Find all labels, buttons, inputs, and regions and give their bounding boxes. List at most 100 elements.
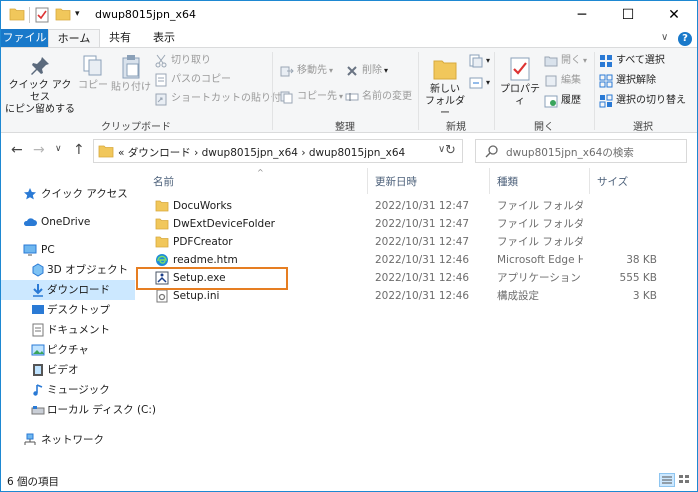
sort-ascending-icon: ^ — [257, 168, 264, 177]
refresh-button[interactable]: ↻ — [439, 139, 463, 163]
nav-item-local-disk[interactable]: ローカル ディスク (C:) — [1, 400, 156, 420]
file-type: アプリケーション — [497, 272, 581, 284]
new-group-label: 新規 — [446, 122, 466, 133]
nav-item-desktop[interactable]: デスクトップ — [1, 300, 135, 320]
status-bar: 6 個の項目 — [1, 470, 697, 491]
file-date: 2022/10/31 12:46 — [375, 272, 470, 284]
nav-label: PC — [41, 244, 55, 256]
rename-button[interactable]: 名前の変更 — [345, 90, 412, 104]
delete-button[interactable]: 削除 ▾ — [345, 64, 388, 78]
file-row[interactable]: DwExtDeviceFolder 2022/10/31 12:47 ファイル … — [141, 215, 697, 233]
customize-quick-access-icon[interactable]: ▾ — [75, 9, 80, 25]
pin-label-line2: にピン留めする — [5, 104, 75, 115]
column-header-size[interactable]: サイズ — [597, 174, 628, 189]
nav-item-network[interactable]: ネットワーク — [1, 430, 135, 450]
minimize-button[interactable]: ─ — [559, 1, 605, 29]
navigation-pane: クイック アクセス OneDrive PC 3D オブジェクト ダウンロード デ… — [1, 168, 156, 470]
maximize-button[interactable]: ☐ — [605, 1, 651, 29]
search-box[interactable]: dwup8015jpn_x64の検索 — [475, 139, 687, 163]
tab-share[interactable]: 共有 — [105, 29, 135, 47]
setup-exe-highlight-box — [136, 267, 288, 290]
nav-item-3d-objects[interactable]: 3D オブジェクト — [1, 260, 135, 280]
large-icons-view-icon[interactable] — [677, 473, 693, 487]
select-all-button[interactable]: すべて選択 — [599, 54, 665, 68]
tab-view[interactable]: 表示 — [149, 29, 179, 47]
file-name: PDFCreator — [173, 236, 233, 248]
copy-to-icon — [280, 90, 294, 104]
delete-label: 削除 — [362, 65, 382, 76]
open-label: 開く — [561, 55, 581, 66]
column-header-type[interactable]: 種類 — [497, 174, 518, 189]
copy-to-label: コピー先 — [297, 91, 337, 102]
navigation-bar: ← → ∨ ↑ « ダウンロード › dwup8015jpn_x64 › dwu… — [1, 134, 697, 168]
properties-icon — [509, 56, 531, 82]
new-folder-quick-button[interactable] — [55, 7, 71, 23]
nav-item-pictures[interactable]: ピクチャ — [1, 340, 135, 360]
tab-home[interactable]: ホーム — [48, 29, 100, 47]
close-button[interactable]: ✕ — [651, 1, 697, 29]
copy-to-button[interactable]: コピー先 ▾ — [280, 90, 343, 104]
properties-quick-button[interactable] — [35, 7, 49, 23]
ribbon: クイック アクセス にピン留めする コピー 貼り付け 切り取り パスのコピー シ… — [1, 47, 697, 133]
edit-button[interactable]: 編集 — [544, 74, 581, 88]
nav-item-documents[interactable]: ドキュメント — [1, 320, 135, 340]
invert-selection-button[interactable]: 選択の切り替え — [599, 94, 686, 108]
back-arrow-icon[interactable]: ← — [11, 142, 23, 158]
nav-label: ダウンロード — [47, 284, 110, 296]
file-list: ^ 名前 更新日時 種類 サイズ DocuWorks 2022/10/31 12… — [141, 168, 697, 470]
column-divider[interactable] — [589, 168, 590, 194]
address-bar[interactable]: « ダウンロード › dwup8015jpn_x64 › dwup8015jpn… — [93, 139, 463, 163]
file-date: 2022/10/31 12:47 — [375, 200, 470, 212]
recent-locations-chevron-icon[interactable]: ∨ — [55, 144, 62, 154]
new-item-button[interactable]: ▾ — [469, 54, 490, 68]
nav-item-downloads[interactable]: ダウンロード — [1, 280, 135, 300]
download-arrow-icon — [31, 283, 45, 297]
nav-item-quick-access[interactable]: クイック アクセス — [1, 184, 135, 204]
paste-shortcut-button[interactable]: ショートカットの貼り付け — [154, 92, 291, 106]
ribbon-collapse-icon[interactable]: ∨ — [661, 32, 668, 43]
file-date: 2022/10/31 12:47 — [375, 218, 470, 230]
file-size: 555 KB — [619, 272, 657, 284]
new-folder-line1: 新しい — [430, 84, 460, 95]
title-bar: ▾ dwup8015jpn_x64 ─ ☐ ✕ — [1, 1, 697, 29]
column-divider[interactable] — [489, 168, 490, 194]
invert-selection-label: 選択の切り替え — [616, 95, 686, 106]
details-view-icon[interactable] — [659, 473, 675, 487]
column-header-name[interactable]: 名前 — [153, 174, 174, 189]
open-button[interactable]: 開く ▾ — [544, 54, 587, 68]
properties-button[interactable]: プロパティ — [498, 56, 542, 108]
disk-drive-icon — [31, 403, 45, 417]
copy-button[interactable]: コピー — [77, 54, 109, 92]
new-folder-button[interactable]: 新しい フォルダー — [423, 56, 467, 120]
copy-path-button[interactable]: パスのコピー — [154, 73, 231, 87]
select-none-label: 選択解除 — [616, 75, 656, 86]
help-icon[interactable]: ? — [678, 32, 692, 46]
easy-access-icon — [469, 76, 483, 90]
history-label: 履歴 — [561, 95, 581, 106]
nav-item-music[interactable]: ミュージック — [1, 380, 135, 400]
folder-icon — [98, 144, 114, 161]
nav-label: デスクトップ — [47, 304, 110, 316]
file-row[interactable]: PDFCreator 2022/10/31 12:47 ファイル フォルダー — [141, 233, 697, 251]
tab-file[interactable]: ファイル — [1, 29, 48, 47]
history-button[interactable]: 履歴 — [544, 94, 581, 108]
cut-button[interactable]: 切り取り — [154, 54, 211, 68]
nav-item-pc[interactable]: PC — [1, 240, 135, 260]
copy-path-icon — [154, 73, 168, 87]
select-none-button[interactable]: 選択解除 — [599, 74, 656, 88]
nav-item-videos[interactable]: ビデオ — [1, 360, 135, 380]
up-arrow-icon[interactable]: ↑ — [73, 142, 85, 158]
nav-label: ローカル ディスク (C:) — [47, 404, 157, 416]
file-row[interactable]: DocuWorks 2022/10/31 12:47 ファイル フォルダー — [141, 197, 697, 215]
file-name: DocuWorks — [173, 200, 232, 212]
new-folder-line2: フォルダー — [425, 96, 465, 119]
paste-button[interactable]: 貼り付け — [111, 54, 151, 94]
invert-selection-icon — [599, 94, 613, 108]
move-to-button[interactable]: 移動先 ▾ — [280, 64, 333, 78]
column-header-date[interactable]: 更新日時 — [375, 174, 417, 189]
column-divider[interactable] — [367, 168, 368, 194]
pin-quick-access-button[interactable]: クイック アクセス にピン留めする — [5, 54, 75, 116]
nav-item-onedrive[interactable]: OneDrive — [1, 212, 135, 232]
easy-access-button[interactable]: ▾ — [469, 76, 490, 90]
forward-arrow-icon[interactable]: → — [33, 142, 45, 158]
